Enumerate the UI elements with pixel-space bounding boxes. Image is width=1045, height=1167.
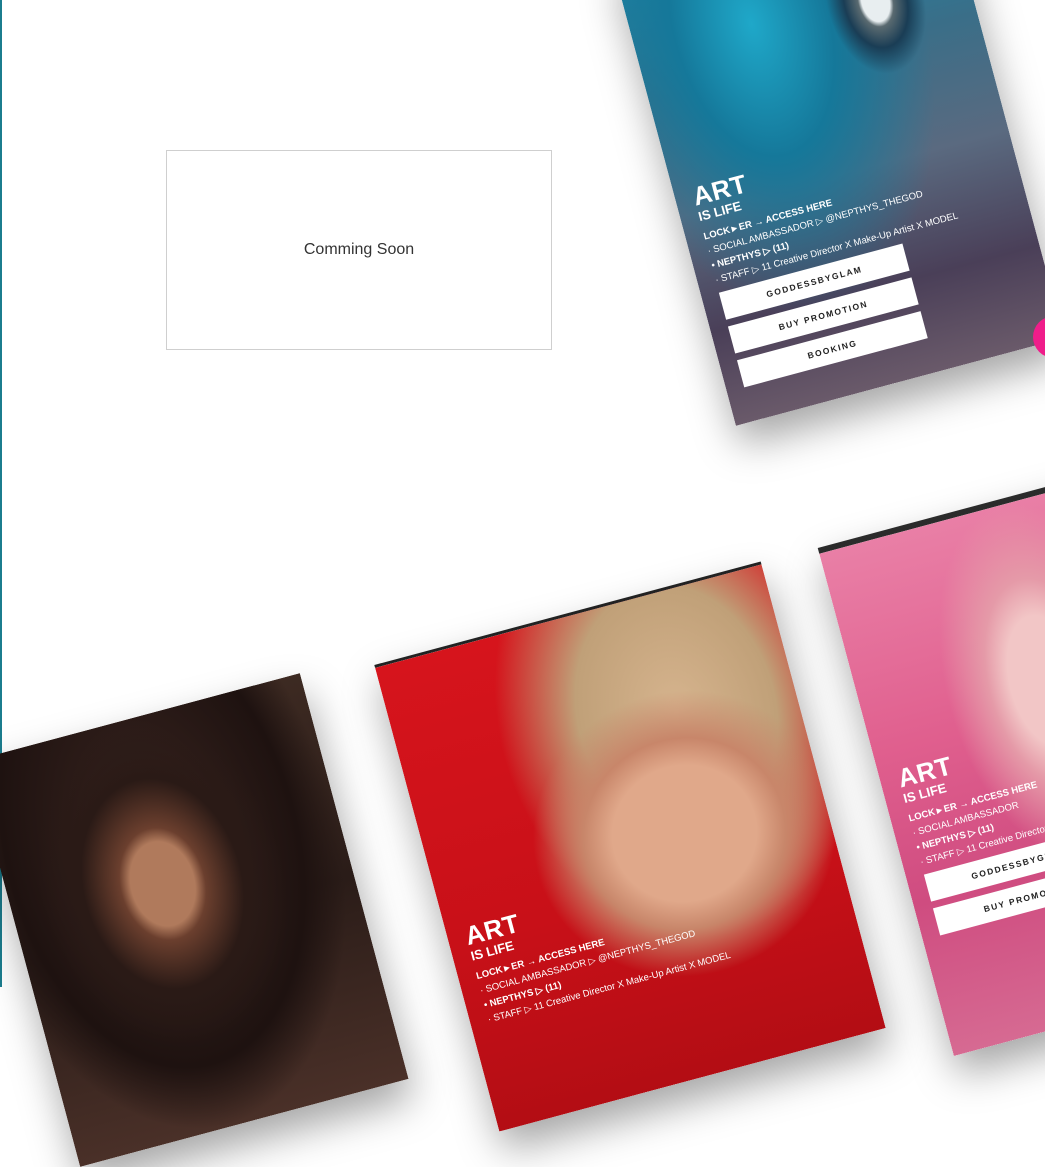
red-eyeliner-photo — [375, 564, 886, 1132]
portrait-card — [0, 673, 409, 1167]
coming-soon-placeholder: Comming Soon — [166, 150, 552, 350]
red-card: ART IS LIFE LOCK►ER → ACCESS HERE · SOCI… — [374, 561, 886, 1132]
coming-soon-text: Comming Soon — [303, 241, 415, 258]
curly-hair-portrait-photo — [0, 673, 409, 1167]
blue-card: ART IS LIFE LOCK►ER → ACCESS HERE · SOCI… — [611, 0, 1045, 426]
